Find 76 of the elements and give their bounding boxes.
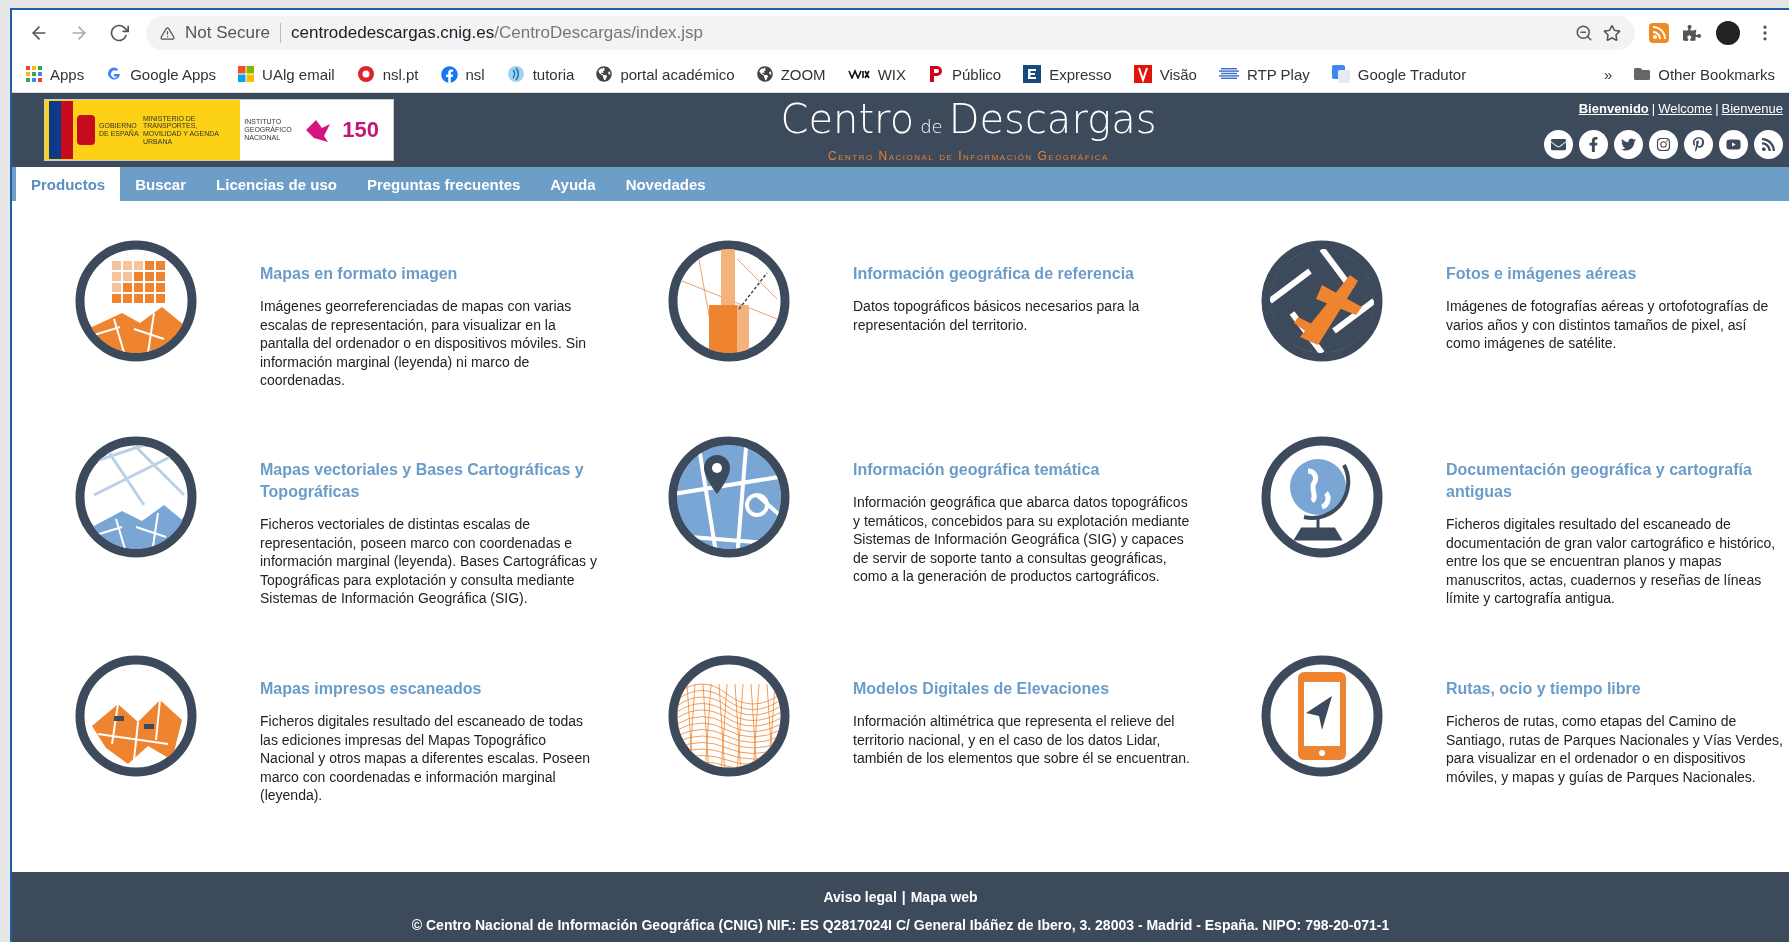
- google-g-icon: [106, 66, 123, 82]
- facebook-icon: [440, 65, 458, 83]
- zoom-icon[interactable]: [1575, 24, 1593, 42]
- facebook-icon[interactable]: [1579, 130, 1608, 159]
- flag-stripe-icon: [49, 101, 73, 159]
- address-bar[interactable]: Not Secure centrodedescargas.cnig.es/CentroDescargas/index.jsp: [146, 16, 1635, 50]
- bookmark[interactable]: Google Apps: [106, 65, 217, 83]
- folder-icon: [1634, 66, 1651, 82]
- youtube-icon[interactable]: [1719, 130, 1748, 159]
- url-text: centrodedescargas.cnig.es/CentroDescargas/index.jsp: [291, 23, 704, 43]
- bookmark[interactable]: WIX: [847, 65, 906, 83]
- star-icon[interactable]: [1603, 24, 1621, 42]
- product-description: Imágenes georreferenciadas de mapas con varias escalas de representación, para visualizar en la pantalla del ordenador o en dispositivos móviles. Sin información marginal (leyenda) ni marco de coordenadas.: [260, 297, 588, 390]
- bookmark[interactable]: nsl: [440, 65, 485, 83]
- sound-waves-icon: [506, 65, 525, 83]
- map-pin-icon: [667, 435, 791, 559]
- mail-icon[interactable]: [1544, 130, 1573, 159]
- map-tiles-icon: [74, 239, 198, 363]
- apps-grid-icon: [26, 66, 42, 82]
- globe-icon: [1260, 435, 1384, 559]
- striped-logo-icon: [1218, 68, 1239, 80]
- bookmark[interactable]: UAlg email: [238, 65, 335, 83]
- footer-link[interactable]: Mapa web: [910, 889, 978, 905]
- bookmark[interactable]: Visão: [1133, 65, 1197, 83]
- product-description: Información altimétrica que representa el relieve del territorio nacional, y en el caso de los datos Lidar, también de los elementos que sobre él se encuentran.: [853, 712, 1191, 768]
- product-description: Datos topográficos básicos necesarios para la representación del territorio.: [853, 297, 1141, 335]
- product-description: Imágenes de fotografías aéreas y ortofotografías de varios años y con distintos tamaños de pixel, así como imágenes de satélite.: [1446, 297, 1770, 353]
- separator-text: |: [1715, 101, 1719, 116]
- vector-map-icon: [74, 435, 198, 559]
- warning-icon: [160, 25, 175, 41]
- language-link[interactable]: Bienvenue: [1721, 101, 1783, 116]
- airplane-shutter-icon: [1260, 239, 1384, 363]
- windows-logo-icon: [238, 66, 255, 82]
- bookmark[interactable]: tutoria: [506, 65, 575, 83]
- twitter-icon[interactable]: [1614, 130, 1643, 159]
- more-bookmarks[interactable]: »: [1603, 65, 1613, 83]
- v-logo-icon: [1133, 65, 1152, 83]
- instagram-icon[interactable]: [1649, 130, 1678, 159]
- bookmark[interactable]: Expresso: [1023, 65, 1112, 83]
- e-logo-icon: [1023, 65, 1042, 83]
- product-description: Ficheros digitales resultado del escaneado de documentación de gran valor cartográfico e histórico, entre los que se encuentran planos y mapas manuscritos, actas, cuadernos y reseñas de líneas límite y cartografía antigua.: [1446, 515, 1777, 608]
- footer-link[interactable]: Aviso legal: [823, 889, 897, 905]
- copyright-text: © Centro Nacional de Información Geográfica (CNIG) NIF.: ES Q2817024I C/ General Ibáñez de Ibero, 3. 28003 - Madrid - España. NIPO: 798-20-071-1: [411, 917, 1390, 933]
- bookmark[interactable]: RTP Play: [1218, 65, 1310, 83]
- logo-text: 150: [342, 117, 379, 143]
- bookmark[interactable]: nsl.pt: [356, 65, 419, 83]
- language-link[interactable]: Welcome: [1658, 101, 1713, 116]
- extensions-icon[interactable]: [1683, 24, 1701, 42]
- globe-icon: [756, 66, 773, 82]
- separator-text: |: [901, 889, 906, 905]
- bookmark[interactable]: ZOOM: [756, 65, 826, 83]
- bookmark[interactable]: Público: [927, 64, 1002, 84]
- security-label: Not Secure: [185, 23, 271, 43]
- phone-navigation-icon: [1260, 654, 1384, 778]
- site-title: Centro de Descargas: [780, 97, 1157, 144]
- institute-logo-icon: [304, 118, 333, 142]
- avatar-icon[interactable]: [1715, 20, 1741, 46]
- site-subtitle: Centro Nacional de Información Geográfica: [828, 149, 1109, 163]
- p-logo-icon: [927, 64, 944, 84]
- bookmark[interactable]: Google Tradutor: [1331, 65, 1467, 83]
- bookmark[interactable]: portal académico: [596, 65, 735, 83]
- product-description: Ficheros digitales resultado del escaneado de todas las ediciones impresas del Mapas Topográfico Nacional y otros mapas a diferentes escalas. Poseen marco con coordenadas e información marginal (leyenda).: [260, 712, 591, 805]
- globe-icon: [596, 66, 613, 82]
- wix-logo-icon: [847, 69, 870, 79]
- pinterest-icon[interactable]: [1684, 130, 1713, 159]
- separator-text: |: [1651, 101, 1656, 116]
- other-bookmarks[interactable]: Other Bookmarks: [1634, 65, 1775, 83]
- folded-map-icon: [74, 654, 198, 778]
- terrain-mesh-icon: [667, 654, 791, 778]
- rss-icon[interactable]: [1754, 130, 1783, 159]
- product-description: Información geográfica que abarca datos topográficos y temáticos, concebidos para su explotación mediante Sistemas de Información Geográfica (SIG) y capaces de servir de soporte tanto a consultas geográficas, como a la generación de productos cartográficos.: [853, 493, 1191, 586]
- product-description: Ficheros de rutas, como etapas del Camino de Santiago, rutas de Parques Nacionales y Vías Verdes, para visualizar en el ordenador o en dispositivos móviles, y mapas y guías de Parques Nacionales.: [1446, 712, 1784, 787]
- product-description: Ficheros vectoriales de distintas escalas de representación, poseen marco con coordenadas e información marginal (leyenda). Bases Cartográficas y Topográficas para explotación y consulta mediante Sistemas de Información Geográfica (SIG).: [260, 515, 598, 608]
- building-map-icon: [667, 239, 791, 363]
- language-link[interactable]: Bienvenido: [1578, 101, 1649, 116]
- bookmark[interactable]: Apps: [26, 65, 85, 83]
